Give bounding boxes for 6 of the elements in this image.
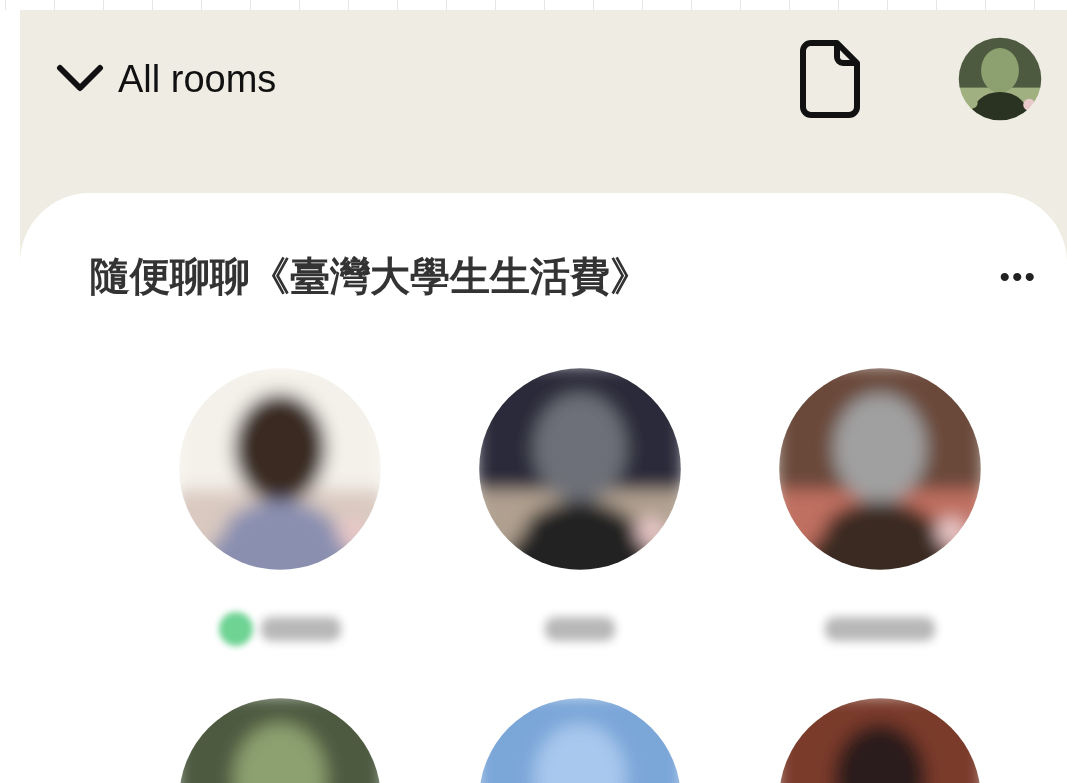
document-icon[interactable] <box>799 39 861 120</box>
blurred-name <box>545 617 615 642</box>
more-button[interactable]: ••• <box>999 259 1037 294</box>
room-title: 隨便聊聊《臺灣大學生生活費》 <box>90 252 650 302</box>
all-rooms-button[interactable]: All rooms <box>56 57 277 101</box>
moderator-badge-icon <box>219 612 253 647</box>
